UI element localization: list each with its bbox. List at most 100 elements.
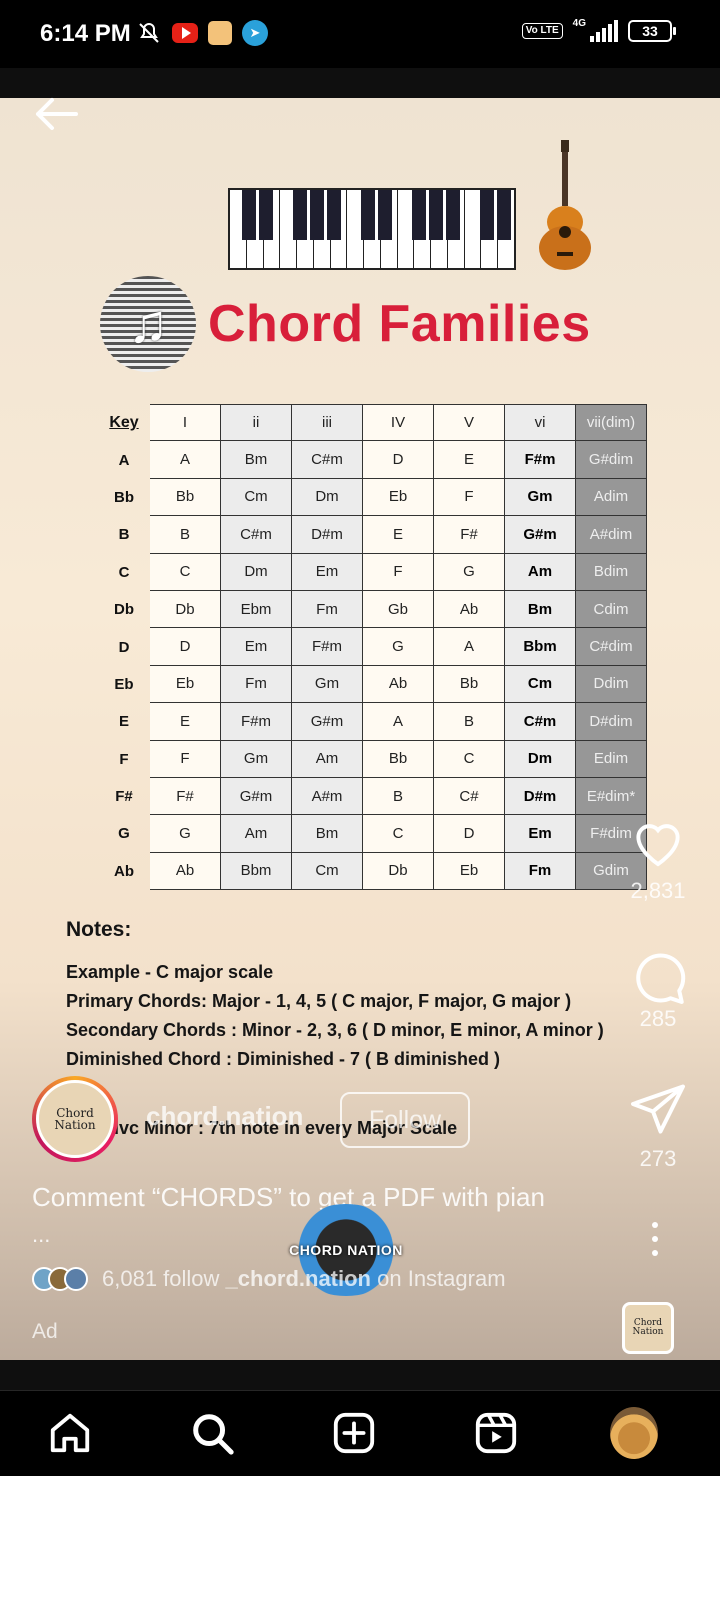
nav-spacer [0, 1360, 720, 1390]
caption-more[interactable]: ... [32, 1222, 50, 1248]
chord-cell: D#m [505, 777, 576, 816]
chord-cell: Dm [505, 740, 576, 778]
chord-cell: F [363, 553, 434, 591]
more-options-icon[interactable] [650, 1222, 660, 1256]
top-spacer [0, 68, 720, 98]
chord-cell: A#m [292, 777, 363, 816]
chord-cell: Am [221, 815, 292, 853]
key-cell: Db [114, 601, 134, 619]
chord-cell: Eb [150, 665, 221, 704]
social-proof-account: _chord.nation [225, 1266, 371, 1291]
chord-cell: F# [150, 777, 221, 816]
amazon-icon [208, 21, 232, 45]
caption[interactable]: Comment “CHORDS” to get a PDF with pian [32, 1182, 545, 1213]
chord-cell: E#dim* [576, 777, 647, 816]
chord-cell: G#m [292, 703, 363, 741]
table-row: Bb Bb Cm Dm Eb F Gm Adim [98, 478, 647, 517]
music-note-logo: ♫ [100, 276, 196, 372]
reels-icon[interactable] [472, 1409, 520, 1457]
follow-button[interactable]: Follow [340, 1092, 470, 1148]
chord-cell: D#dim [576, 703, 647, 741]
follow-count: 6,081 follow [102, 1266, 220, 1291]
key-cell: G [118, 825, 130, 843]
chord-cell: A [363, 703, 434, 741]
piano-keyboard-image [228, 188, 516, 270]
search-icon[interactable] [188, 1409, 236, 1457]
signal-icon [590, 20, 618, 42]
youtube-icon [172, 23, 198, 43]
chord-cell: Bbm [505, 628, 576, 666]
back-arrow-icon[interactable] [30, 94, 80, 134]
chord-cell: G [434, 553, 505, 591]
key-cell: F# [115, 788, 133, 806]
chord-cell: F [150, 740, 221, 778]
heart-icon[interactable] [628, 815, 688, 869]
chord-cell: C#m [505, 703, 576, 741]
table-row: A A Bm C#m D E F#m G#dim [98, 441, 647, 479]
chord-cell: Dm [221, 553, 292, 591]
chord-cell: C [434, 740, 505, 778]
home-icon[interactable] [46, 1409, 94, 1457]
account-name[interactable]: chord.nation [146, 1101, 303, 1132]
table-row: G G Am Bm C D Em F#dim [98, 815, 647, 853]
key-cell: F [119, 750, 129, 768]
table-row: Eb Eb Fm Gm Ab Bb Cm Ddim [98, 665, 647, 704]
chord-cell: Gm [505, 478, 576, 517]
notes-title: Notes: [66, 918, 132, 941]
chord-cell: G#m [221, 777, 292, 816]
account-avatar[interactable]: Chord Nation [32, 1076, 118, 1162]
comment-icon[interactable] [628, 947, 688, 1007]
screen: 6:14 PM ➤ Vo LTE 4G 33 ♫ Chord Families … [0, 0, 720, 1600]
degree-header: IV [363, 404, 434, 442]
table-row: E E F#m G#m A B C#m D#dim [98, 703, 647, 741]
table-row: F F Gm Am Bb C Dm Edim [98, 740, 647, 778]
table-row: F# F# G#m A#m B C# D#m E#dim* [98, 777, 647, 816]
table-row: D D Em F#m G A Bbm C#dim [98, 628, 647, 666]
comment-action[interactable]: 285 [626, 947, 690, 1032]
chord-table: Key Iii iii IV Vvi vii(dim) A A Bm C#m D E F#m G#dim B… [98, 404, 647, 891]
degree-header: vi [505, 404, 576, 442]
key-cell: Eb [114, 675, 134, 693]
chord-cell: G#dim [576, 441, 647, 479]
chord-cell: Bb [150, 478, 221, 517]
follower-avatar [64, 1267, 88, 1291]
chord-cell: F#m [505, 441, 576, 479]
chord-cell: Bm [221, 441, 292, 479]
share-count: 273 [639, 1146, 677, 1171]
note-line: Example - C major scale [66, 962, 274, 982]
chord-cell: E [150, 703, 221, 741]
like-action[interactable]: 2,831 [626, 815, 690, 904]
battery-icon: 33 [628, 20, 676, 42]
degree-header: V [434, 404, 505, 442]
degree-header: vii(dim) [576, 404, 647, 442]
chord-cell: Cm [221, 478, 292, 517]
share-action[interactable]: 273 [626, 1081, 690, 1172]
status-time: 6:14 PM [40, 20, 131, 47]
social-proof[interactable]: 6,081 follow _chord.nation on Instagram [32, 1266, 506, 1292]
chord-cell: E [434, 441, 505, 479]
table-header-row: Key Iii iii IV Vvi vii(dim) [98, 404, 647, 442]
key-cell: D [118, 638, 130, 656]
chord-cell: A#dim [576, 516, 647, 554]
table-row: C C Dm Em F G Am Bdim [98, 553, 647, 591]
chord-cell: C#m [221, 516, 292, 554]
comment-count: 285 [639, 1006, 677, 1031]
key-cell: B [118, 526, 130, 544]
chord-cell: Gb [363, 590, 434, 629]
chord-cell: Bm [505, 590, 576, 629]
profile-avatar[interactable] [610, 1407, 658, 1459]
note-line: Diminished Chord : Diminished - 7 ( B di… [66, 1049, 501, 1069]
notification-icons: ➤ [136, 20, 268, 46]
chord-cell: B [434, 703, 505, 741]
chord-cell: Em [221, 628, 292, 666]
send-icon[interactable] [628, 1081, 688, 1137]
audio-thumbnail[interactable]: Chord Nation [622, 1302, 674, 1354]
chord-cell: Cdim [576, 590, 647, 629]
chord-cell: C#m [292, 441, 363, 479]
system-nav-area [0, 1476, 720, 1600]
mute-icon [136, 20, 162, 46]
chord-cell: Adim [576, 478, 647, 517]
create-icon[interactable] [330, 1409, 378, 1457]
chord-cell: Em [292, 553, 363, 591]
chord-cell: Bbm [221, 852, 292, 891]
